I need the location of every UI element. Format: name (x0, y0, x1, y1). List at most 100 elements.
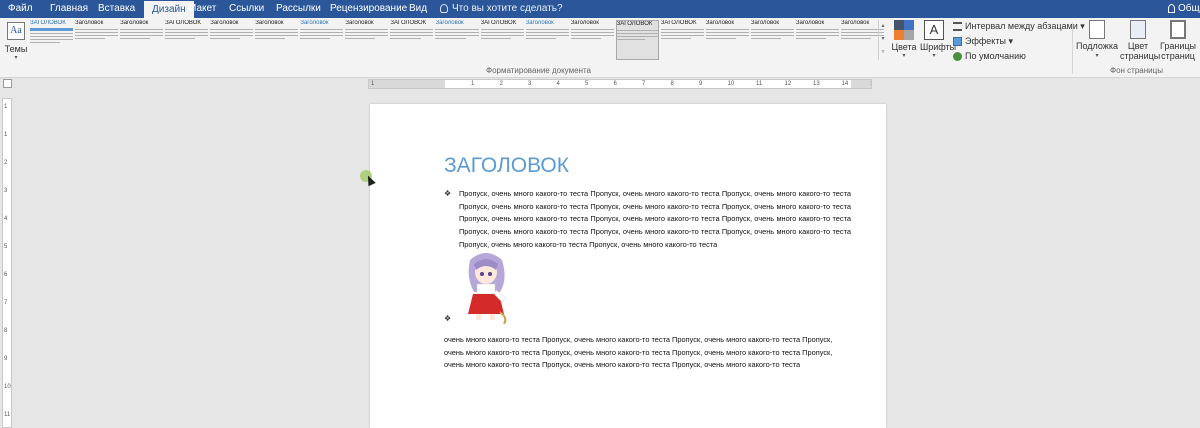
paragraph-spacing-button[interactable]: Интервал между абзацами ▾ (953, 21, 1085, 32)
style-set-text-line (795, 32, 839, 33)
tab-view[interactable]: Вид (409, 0, 427, 18)
style-set-item[interactable]: ЗАГОЛОВОК (165, 20, 209, 60)
ruler-tick-label: 6 (4, 272, 8, 278)
tab-file[interactable]: Файл (8, 0, 33, 18)
style-set-item[interactable]: Заголовок (120, 20, 164, 60)
style-set-item[interactable]: Заголовок (210, 20, 254, 60)
style-set-title: ЗАГОЛОВОК (480, 20, 517, 26)
chevron-up-icon: ▴ (881, 23, 885, 29)
style-set-item[interactable]: ЗАГОЛОВОК (660, 20, 704, 60)
style-set-item[interactable]: Заголовок (255, 20, 299, 60)
tab-references[interactable]: Ссылки (229, 0, 264, 18)
themes-button[interactable]: Aa Темы ▾ (4, 20, 28, 66)
fonts-button[interactable]: A Шрифты ▾ (920, 20, 956, 66)
ruler-tick-label: 8 (670, 81, 674, 87)
ribbon-tab-bar: Файл Главная Вставка Дизайн Макет Ссылки… (0, 0, 1200, 18)
page-color-button[interactable]: Цвет страницы (1120, 20, 1160, 61)
style-set-item[interactable]: ЗАГОЛОВОК (390, 20, 434, 60)
document-paragraph-1[interactable]: Пропуск, очень много какого-то теста Про… (459, 188, 851, 252)
horizontal-ruler[interactable]: 11234567891011121314151617 (368, 79, 872, 89)
style-set-gallery: ЗАГОЛОВОК Заголовок Заголовок ЗАГОЛОВОК Заго… (30, 20, 886, 60)
style-set-item[interactable]: Заголовок (705, 20, 749, 60)
set-default-label: По умолчанию (965, 51, 1026, 61)
colors-label: Цвета (891, 42, 917, 52)
style-set-text-line (750, 29, 794, 30)
style-set-title: Заголовок (120, 20, 149, 26)
ruler-tick-label: 4 (4, 216, 8, 222)
set-default-button[interactable]: По умолчанию (953, 51, 1026, 62)
style-set-text-line (705, 35, 749, 36)
share-button[interactable]: Общ (1168, 0, 1200, 18)
style-set-text-line (120, 29, 164, 30)
style-set-text-line (120, 32, 164, 33)
gallery-scroll[interactable]: ▴ ▾ ▿ (878, 20, 887, 60)
chevron-down-icon: ▾ (932, 53, 936, 59)
checkmark-icon (953, 52, 962, 62)
colors-button[interactable]: Цвета ▾ (890, 20, 918, 66)
tab-insert[interactable]: Вставка (98, 0, 135, 18)
page-borders-label-1: Границы (1160, 41, 1196, 51)
style-set-title: Заголовок (525, 20, 554, 26)
style-set-title: Заголовок (570, 20, 599, 26)
style-set-title: Заголовок (795, 20, 825, 26)
tab-selector[interactable] (3, 79, 12, 88)
ruler-tick-label: 6 (613, 81, 617, 87)
ruler-tick-label: 1 (4, 132, 8, 138)
style-set-text-line (75, 32, 119, 33)
style-set-text-line (570, 29, 614, 30)
page-borders-button[interactable]: Границы страниц (1158, 20, 1198, 61)
style-set-title: Заголовок (300, 20, 329, 26)
tab-design[interactable]: Дизайн (144, 1, 194, 18)
more-icon: ▿ (881, 49, 885, 55)
style-set-text-line (660, 29, 704, 30)
paragraph-spacing-label: Интервал между абзацами (965, 21, 1078, 31)
style-set-text-line (345, 32, 389, 33)
page-borders-label-2: страниц (1161, 51, 1195, 61)
style-set-item[interactable]: Заголовок (300, 20, 344, 60)
style-set-item[interactable]: Заголовок (750, 20, 794, 60)
anime-girl-image[interactable] (460, 250, 516, 324)
style-set-text-line (165, 38, 196, 39)
style-set-text-line (525, 35, 569, 36)
tab-home[interactable]: Главная (50, 0, 88, 18)
ruler-tick-label: 8 (4, 328, 8, 334)
style-set-text-line (840, 38, 872, 39)
tab-layout[interactable]: Макет (188, 0, 216, 18)
style-set-item[interactable]: Заголовок (525, 20, 569, 60)
ruler-tick-label: 2 (499, 81, 503, 87)
document-heading[interactable]: ЗАГОЛОВОК (444, 154, 569, 178)
style-set-item[interactable]: Заголовок (795, 20, 839, 60)
style-set-text-line (480, 29, 524, 30)
tab-review[interactable]: Рецензирование (330, 0, 407, 18)
style-set-text-line (165, 29, 209, 30)
theme-color-swatch (904, 20, 914, 30)
vertical-ruler[interactable]: 1 1 2 3 4 5 6 7 8 9 10 11 (2, 98, 12, 428)
themes-icon: Aa (7, 22, 25, 40)
style-set-title: ЗАГОЛОВОК (616, 21, 653, 27)
share-label: Общ (1178, 3, 1200, 14)
style-set-item[interactable]: Заголовок (345, 20, 389, 60)
style-set-item[interactable]: ЗАГОЛОВОК (30, 20, 74, 60)
style-set-text-line (345, 35, 389, 36)
document-page[interactable]: ЗАГОЛОВОК ❖ Пропуск, очень много какого-… (370, 104, 886, 428)
style-set-text-line (120, 35, 164, 36)
watermark-button[interactable]: Подложка ▾ (1076, 20, 1118, 61)
effects-button[interactable]: Эффекты ▾ (953, 36, 1013, 47)
ruler-tick-label: 10 (727, 81, 735, 87)
font-icon: A (924, 20, 944, 40)
style-set-text-line (255, 38, 286, 39)
style-set-text-line (300, 35, 344, 36)
style-set-text-line (255, 32, 299, 33)
tab-mailings[interactable]: Рассылки (276, 0, 321, 18)
style-set-item[interactable]: Заголовок (570, 20, 614, 60)
ruler-tick-label: 13 (813, 81, 820, 87)
tell-me-box[interactable]: Что вы хотите сделать? (440, 0, 563, 18)
document-paragraph-2[interactable]: очень много какого-то теста Пропуск, оче… (444, 334, 854, 372)
style-set-item[interactable]: Заголовок (435, 20, 479, 60)
style-set-item[interactable]: Заголовок (75, 20, 119, 60)
themes-label: Темы (4, 44, 28, 54)
style-set-title: Заголовок (435, 20, 464, 26)
style-set-item[interactable]: ЗАГОЛОВОК (615, 20, 659, 60)
ruler-tick-label: 11 (756, 81, 763, 87)
style-set-item[interactable]: ЗАГОЛОВОК (480, 20, 524, 60)
